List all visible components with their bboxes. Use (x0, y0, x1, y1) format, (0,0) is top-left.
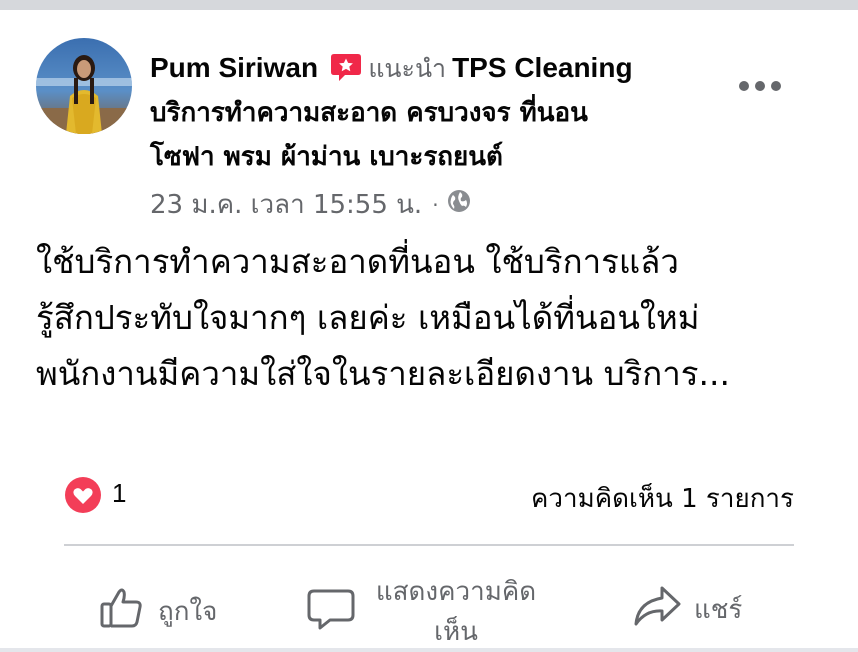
post-body: ใช้บริการทำความสะอาดที่นอน ใช้บริการแล้ว… (36, 234, 826, 402)
post-body-line: รู้สึกประทับใจมากๆ เลยค่ะ เหมือนได้ที่นอ… (36, 298, 700, 337)
recommend-verb: แนะนำ (368, 54, 447, 83)
recommended-page-name[interactable]: TPS Cleaning (452, 52, 632, 83)
avatar-image (36, 38, 132, 134)
post-body-line[interactable]: พนักงานมีความใส่ใจในรายละเอียดงาน บริการ… (36, 346, 826, 402)
bottom-separator (0, 648, 858, 652)
post-actions: ถูกใจ แสดงความคิดเห็น แชร์ (0, 546, 858, 652)
author-avatar[interactable] (36, 38, 132, 134)
post-meta: 23 ม.ค. เวลา 15:55 น. · (150, 184, 471, 225)
recommended-page-name-line3[interactable]: โซฟา พรม ผ้าม่าน เบาะรถยนต์ (150, 142, 503, 172)
share-button[interactable]: แชร์ (632, 584, 742, 635)
post-card: Pum Siriwan แนะนำ TPS Cleaning บริการทำคว… (0, 10, 858, 652)
comment-button[interactable]: แสดงความคิดเห็น (306, 572, 556, 652)
comment-icon (306, 585, 356, 640)
recommend-badge-icon (330, 51, 362, 83)
author-name[interactable]: Pum Siriwan (150, 52, 318, 83)
share-arrow-icon (632, 584, 682, 635)
globe-icon (447, 189, 471, 220)
post-stats: 1 ความคิดเห็น 1 รายการ (64, 476, 794, 516)
post-header: Pum Siriwan แนะนำ TPS Cleaning บริการทำคว… (150, 46, 690, 179)
recommended-page-name-line2[interactable]: บริการทำความสะอาด ครบวงจร ที่นอน (150, 98, 588, 128)
top-separator (0, 0, 858, 10)
like-button[interactable]: ถูกใจ (98, 584, 217, 639)
comment-button-label: แสดงความคิดเห็น (375, 577, 537, 647)
comment-count[interactable]: ความคิดเห็น 1 รายการ (531, 478, 794, 519)
post-body-line: ใช้บริการทำความสะอาดที่นอน ใช้บริการแล้ว (36, 242, 679, 281)
like-button-label: ถูกใจ (158, 597, 218, 627)
love-reaction-icon[interactable] (64, 476, 102, 514)
reaction-count[interactable]: 1 (112, 478, 126, 509)
post-timestamp[interactable]: 23 ม.ค. เวลา 15:55 น. (150, 184, 422, 225)
meta-separator: · (432, 192, 439, 217)
thumbs-up-icon (98, 584, 146, 639)
more-options-icon[interactable] (732, 70, 788, 102)
share-button-label: แชร์ (694, 595, 743, 625)
